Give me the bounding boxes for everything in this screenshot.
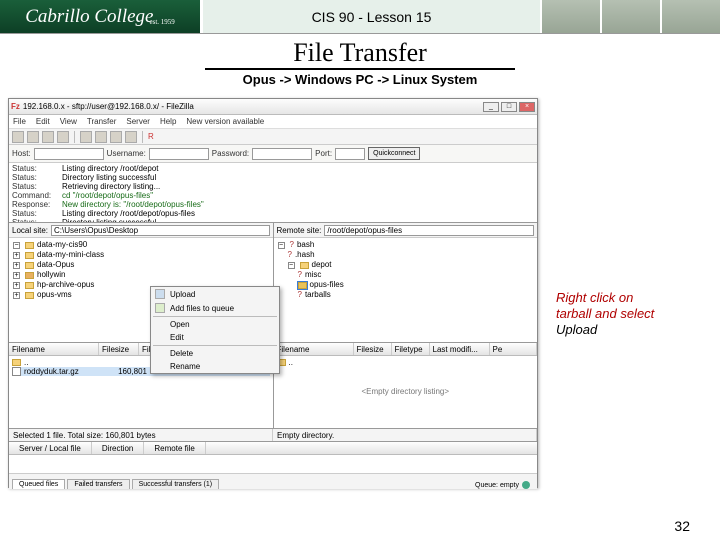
ctx-rename[interactable]: Rename [151,360,279,373]
ctx-add-queue[interactable]: Add files to queue [151,301,279,315]
host-label: Host: [12,149,31,158]
tab-failed[interactable]: Failed transfers [67,479,129,489]
quickconnect-button[interactable]: Quickconnect [368,147,420,160]
remote-tree[interactable]: −?bash ?.hash −depot ?misc opus-files ?t… [274,238,538,342]
menu-edit[interactable]: Edit [36,117,50,126]
parent-dir-row[interactable]: .. [277,358,535,367]
host-input[interactable] [34,148,104,160]
user-input[interactable] [149,148,209,160]
file-icon [12,367,21,376]
local-status: Selected 1 file. Total size: 160,801 byt… [9,429,273,441]
toolbar-icon[interactable] [42,131,54,143]
port-input[interactable] [335,148,365,160]
ctx-delete[interactable]: Delete [151,347,279,360]
remote-status: Empty directory. [273,429,537,441]
tab-queued[interactable]: Queued files [12,479,65,489]
remote-path-input[interactable] [324,225,534,236]
menu-view[interactable]: View [60,117,77,126]
menu-help[interactable]: Help [160,117,176,126]
annot-line2: tarball and select [556,306,654,321]
port-label: Port: [315,149,332,158]
toolbar: R [9,129,537,145]
remote-file-list: Filename Filesize Filetype Last modifi..… [274,343,538,428]
quickconnect-bar: Host: Username: Password: Port: Quickcon… [9,145,537,163]
lesson-label: CIS 90 - Lesson 15 [200,0,540,33]
refresh-icon[interactable]: R [148,132,154,141]
pass-label: Password: [212,149,249,158]
status-dot-icon [522,481,530,489]
toolbar-icon[interactable] [12,131,24,143]
menu-file[interactable]: File [13,117,26,126]
header-photos [540,0,720,33]
toolbar-icon[interactable] [110,131,122,143]
minimize-button[interactable]: _ [483,102,499,112]
menu-bar: File Edit View Transfer Server Help New … [9,115,537,129]
ctx-open[interactable]: Open [151,318,279,331]
close-button[interactable]: × [519,102,535,112]
ctx-edit[interactable]: Edit [151,331,279,344]
local-site-label: Local site: [12,226,48,235]
toolbar-icon[interactable] [57,131,69,143]
college-logo: Cabrillo College est. 1959 [0,0,200,33]
queue-body [9,455,537,473]
queue-tabs: Queued files Failed transfers Successful… [9,473,537,489]
message-log: Status:Listing directory /root/depot Sta… [9,163,537,223]
logo-text: Cabrillo College [25,6,153,28]
slide-header: Cabrillo College est. 1959 CIS 90 - Less… [0,0,720,34]
ctx-upload[interactable]: Upload [151,287,279,301]
maximize-button[interactable]: □ [501,102,517,112]
pass-input[interactable] [252,148,312,160]
empty-listing: <Empty directory listing> [277,387,535,396]
est-year: est. 1959 [149,18,174,26]
page-number: 32 [674,518,690,534]
user-label: Username: [107,149,146,158]
window-titlebar: Fz 192.168.0.x - sftp://user@192.168.0.x… [9,99,537,115]
toolbar-icon[interactable] [80,131,92,143]
toolbar-icon[interactable] [95,131,107,143]
queue-columns: Server / Local file Direction Remote fil… [9,442,537,455]
new-version-notice[interactable]: New version available [186,117,264,126]
list-statusbars: Selected 1 file. Total size: 160,801 byt… [9,429,537,442]
annot-line1: Right click on [556,290,633,305]
menu-transfer[interactable]: Transfer [87,117,117,126]
queue-status: Queue: empty [475,482,519,489]
toolbar-icon[interactable] [27,131,39,143]
window-title-text: 192.168.0.x - sftp://user@192.168.0.x/ -… [23,102,194,111]
slide-title: File Transfer [205,38,515,70]
context-menu: Upload Add files to queue Open Edit Dele… [150,286,280,374]
upload-icon [155,289,165,299]
toolbar-icon[interactable] [125,131,137,143]
instruction-annotation: Right click on tarball and select Upload [556,290,706,338]
filezilla-icon: Fz [11,102,20,111]
queue-icon [155,303,165,313]
tab-success[interactable]: Successful transfers (1) [132,479,220,489]
window-buttons: _ □ × [483,102,535,112]
annot-line3: Upload [556,322,597,337]
slide-subtitle: Opus -> Windows PC -> Linux System [0,72,720,87]
remote-site-label: Remote site: [277,226,322,235]
remote-pane: Remote site: −?bash ?.hash −depot ?misc … [274,223,538,342]
menu-server[interactable]: Server [126,117,150,126]
local-path-input[interactable] [51,225,269,236]
separator [142,131,143,143]
separator [74,131,75,143]
